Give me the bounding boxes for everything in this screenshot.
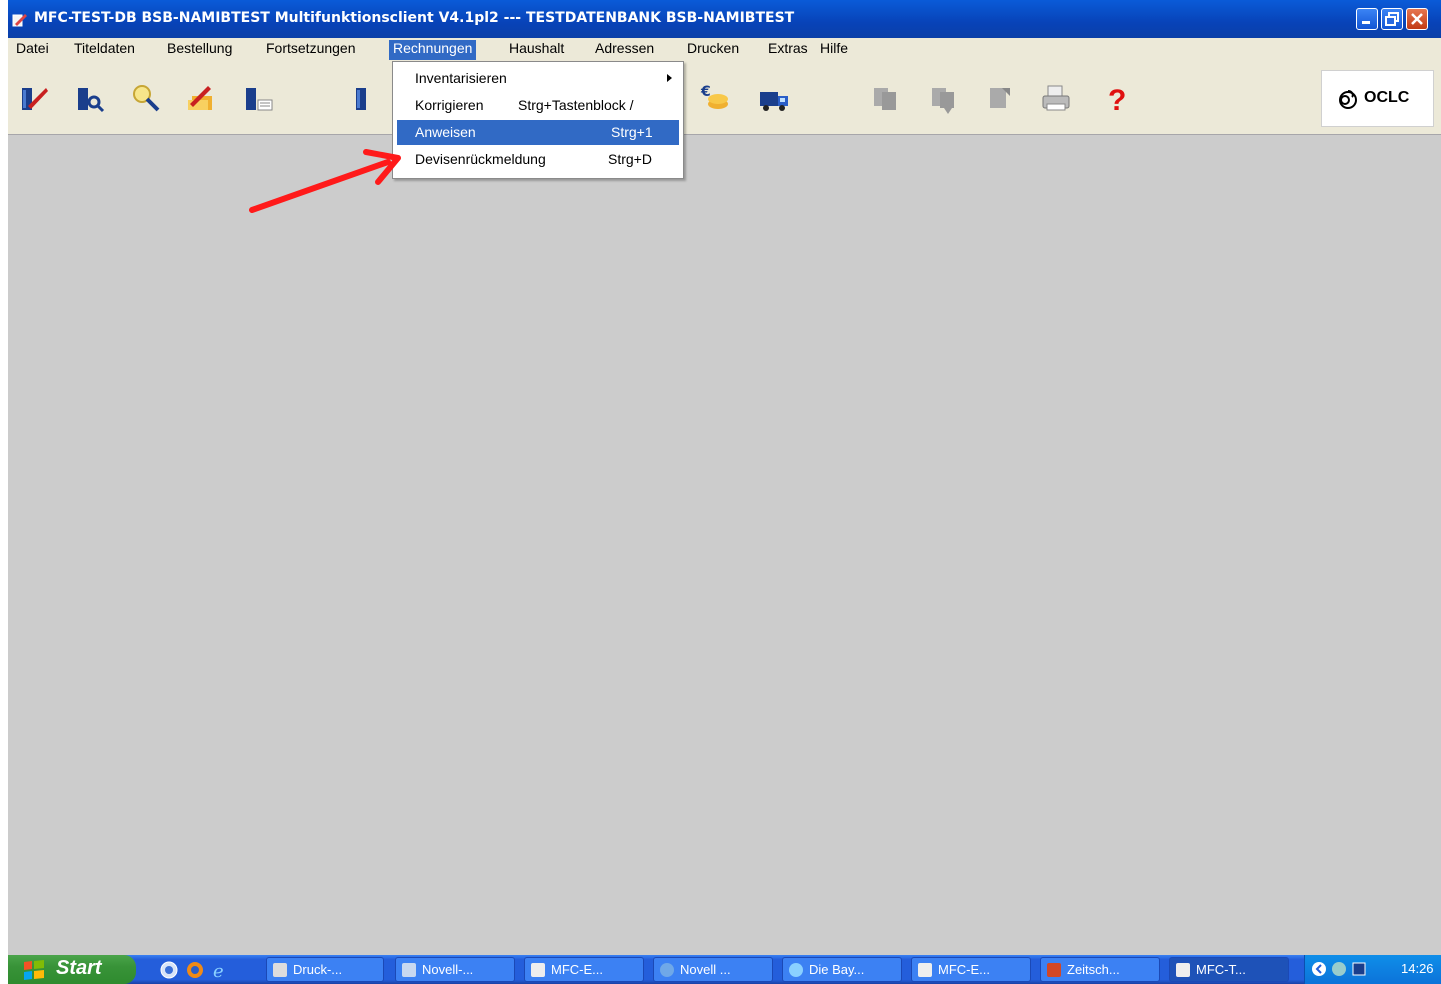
- delivery-truck-icon[interactable]: [758, 82, 790, 114]
- menu-item-label: Inventarisieren: [415, 70, 507, 86]
- svg-text:?: ?: [1108, 84, 1126, 114]
- rechnungen-dropdown-menu: Inventarisieren Korrigieren Strg+Tastenb…: [392, 61, 684, 179]
- firefox-icon[interactable]: [186, 961, 204, 979]
- menu-datei[interactable]: Datei: [12, 40, 53, 60]
- svg-text:€: €: [700, 84, 711, 100]
- restore-icon: [1385, 12, 1399, 26]
- app-window: MFC-TEST-DB BSB-NAMIBTEST Multifunktions…: [8, 0, 1441, 955]
- menu-item-shortcut: Strg+D: [608, 151, 652, 167]
- annotation-arrow: [249, 149, 401, 213]
- magnifier-icon[interactable]: [130, 82, 162, 114]
- ie-icon: [789, 963, 803, 977]
- taskbar-button-mfc-t[interactable]: MFC-T...: [1169, 957, 1289, 982]
- menu-drucken[interactable]: Drucken: [683, 40, 743, 60]
- mfc-icon: [918, 963, 932, 977]
- oclc-logo-text: OCLC: [1364, 89, 1410, 106]
- submenu-arrow-icon: [667, 74, 672, 82]
- minimize-button[interactable]: [1356, 8, 1378, 30]
- edit-folders-icon[interactable]: [184, 82, 216, 114]
- document-icon[interactable]: [984, 82, 1016, 114]
- menu-hilfe[interactable]: Hilfe: [816, 40, 852, 60]
- menu-haushalt[interactable]: Haushalt: [505, 40, 568, 60]
- book-icon[interactable]: [352, 82, 384, 114]
- start-label: Start: [56, 957, 102, 979]
- menu-item-shortcut: Strg+1: [611, 124, 653, 140]
- start-button[interactable]: Start: [8, 955, 136, 984]
- clock: 14:26: [1401, 961, 1434, 976]
- taskbar-button-novell-2[interactable]: Novell ...: [653, 957, 773, 982]
- menu-item-label: Anweisen: [415, 124, 476, 140]
- menu-titeldaten[interactable]: Titeldaten: [70, 40, 139, 60]
- ie-icon[interactable]: e: [212, 961, 230, 979]
- window-title: MFC-TEST-DB BSB-NAMIBTEST Multifunktions…: [34, 10, 795, 26]
- menu-item-devisenrueckmeldung[interactable]: Devisenrückmeldung Strg+D: [397, 147, 679, 172]
- quicklaunch-icon[interactable]: [160, 961, 178, 979]
- novell-icon: [402, 963, 416, 977]
- tray-expand-icon[interactable]: [1311, 961, 1327, 977]
- toolbar: € ? OCLC: [8, 62, 1441, 135]
- svg-text:e: e: [213, 961, 224, 979]
- euro-coins-icon[interactable]: €: [698, 82, 730, 114]
- menu-rechnungen[interactable]: Rechnungen: [389, 40, 477, 60]
- close-button[interactable]: [1406, 8, 1428, 30]
- book-edit-icon[interactable]: [18, 82, 50, 114]
- restore-button[interactable]: [1381, 8, 1403, 30]
- menu-item-anweisen[interactable]: Anweisen Strg+1: [397, 120, 679, 145]
- help-icon[interactable]: ?: [1102, 82, 1134, 114]
- close-icon: [1411, 13, 1423, 25]
- copy-icon[interactable]: [870, 82, 902, 114]
- menu-adressen[interactable]: Adressen: [591, 40, 658, 60]
- taskbar: Start e Druck-... Novell-... MFC-E... No…: [8, 955, 1441, 984]
- menu-bestellung[interactable]: Bestellung: [163, 40, 236, 60]
- mfc-icon: [531, 963, 545, 977]
- powerpoint-icon: [1047, 963, 1061, 977]
- printer-icon: [273, 963, 287, 977]
- book-list-icon[interactable]: [242, 82, 274, 114]
- taskbar-button-mfc-e-1[interactable]: MFC-E...: [524, 957, 644, 982]
- taskbar-button-mfc-e-2[interactable]: MFC-E...: [911, 957, 1031, 982]
- menu-item-label: Korrigieren: [415, 97, 484, 113]
- oclc-logo-icon: [1339, 90, 1357, 109]
- menu-item-label: Devisenrückmeldung: [415, 151, 546, 167]
- taskbar-button-novell[interactable]: Novell-...: [395, 957, 515, 982]
- antivirus-icon[interactable]: [1351, 961, 1367, 977]
- system-tray: 14:26: [1304, 955, 1441, 984]
- mfc-icon: [1176, 963, 1190, 977]
- taskbar-button-zeitsch[interactable]: Zeitsch...: [1040, 957, 1160, 982]
- app-icon: [12, 14, 27, 27]
- printer-icon[interactable]: [1040, 82, 1072, 114]
- menu-item-korrigieren[interactable]: Korrigieren Strg+Tastenblock /: [397, 93, 679, 118]
- menu-fortsetzungen[interactable]: Fortsetzungen: [262, 40, 360, 60]
- taskbar-button-die-bay[interactable]: Die Bay...: [782, 957, 902, 982]
- paste-icon[interactable]: [928, 82, 960, 114]
- menu-extras[interactable]: Extras: [764, 40, 812, 60]
- windows-logo-icon: [24, 960, 44, 980]
- minimize-icon: [1362, 21, 1370, 24]
- taskbar-button-druck[interactable]: Druck-...: [266, 957, 384, 982]
- globe-icon: [660, 963, 674, 977]
- title-bar: MFC-TEST-DB BSB-NAMIBTEST Multifunktions…: [8, 0, 1441, 38]
- network-icon[interactable]: [1331, 961, 1347, 977]
- book-search-icon[interactable]: [74, 82, 106, 114]
- menu-bar: Datei Titeldaten Bestellung Fortsetzunge…: [8, 38, 1441, 62]
- menu-item-shortcut: Strg+Tastenblock /: [518, 97, 634, 113]
- oclc-logo: OCLC: [1321, 70, 1434, 127]
- menu-item-inventarisieren[interactable]: Inventarisieren: [397, 66, 679, 91]
